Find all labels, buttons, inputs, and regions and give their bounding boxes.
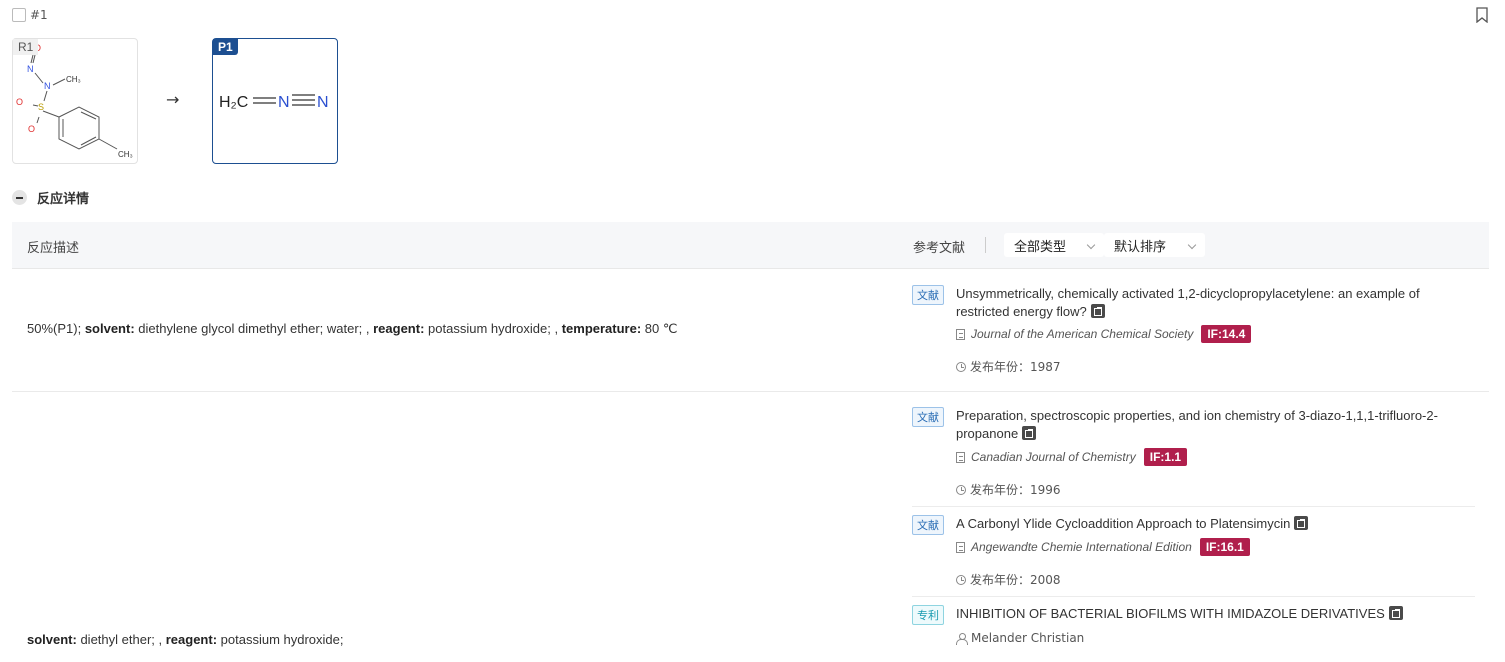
ref-type-badge: 文献 bbox=[912, 407, 944, 427]
atom-label: N bbox=[317, 94, 329, 111]
atom-label: N bbox=[278, 94, 290, 111]
ref-title-link[interactable]: Preparation, spectroscopic properties, a… bbox=[956, 407, 1475, 443]
reference-item: 专利 INHIBITION OF BACTERIAL BIOFILMS WITH… bbox=[912, 605, 1475, 655]
document-icon bbox=[956, 328, 965, 340]
condition-label: solvent: bbox=[84, 321, 135, 336]
condition-value: potassium hydroxide; , bbox=[424, 321, 562, 336]
year-text: 发布年份：1996 bbox=[970, 483, 1061, 497]
atom-label: N bbox=[44, 81, 51, 91]
atom-label: CH₃ bbox=[66, 75, 81, 84]
condition-label: reagent: bbox=[165, 632, 218, 647]
ref-title-link[interactable]: Unsymmetrically, chemically activated 1,… bbox=[956, 285, 1475, 321]
journal-name: Angewandte Chemie International Edition bbox=[971, 540, 1192, 554]
section-title: 反应详情 bbox=[37, 191, 90, 206]
chevron-down-icon bbox=[1086, 240, 1096, 250]
document-icon bbox=[956, 451, 965, 463]
reactant-drawing: O N N CH₃ S O O CH₃ bbox=[16, 43, 133, 159]
ref-journal: Angewandte Chemie International Edition … bbox=[956, 538, 1250, 556]
refs-column-header: 参考文献 bbox=[913, 241, 966, 256]
reference-item: 文献 A Carbonyl Ylide Cycloaddition Approa… bbox=[912, 515, 1475, 597]
ref-journal: Canadian Journal of Chemistry IF:1.1 bbox=[956, 448, 1188, 466]
user-icon bbox=[956, 632, 968, 645]
ref-title-link[interactable]: A Carbonyl Ylide Cycloaddition Approach … bbox=[956, 515, 1475, 533]
ref-type-badge: 文献 bbox=[912, 515, 944, 535]
reaction-header: #1 bbox=[12, 8, 48, 22]
product-drawing: H₂C N N bbox=[219, 94, 329, 111]
ref-title[interactable]: INHIBITION OF BACTERIAL BIOFILMS WITH IM… bbox=[956, 606, 1385, 621]
ref-type-badge: 专利 bbox=[912, 605, 944, 625]
type-filter-value: 全部类型 bbox=[1014, 239, 1067, 255]
external-link-icon[interactable] bbox=[1022, 426, 1037, 440]
external-link-icon[interactable] bbox=[1294, 516, 1309, 530]
bookmark-icon[interactable] bbox=[1475, 7, 1489, 23]
condition-value: diethyl ether; , bbox=[76, 632, 166, 647]
impact-factor-badge: IF:1.1 bbox=[1143, 448, 1188, 466]
year-text: 发布年份：1987 bbox=[970, 360, 1061, 374]
condition-value: potassium hydroxide; bbox=[217, 632, 344, 647]
ref-year: 发布年份：2008 bbox=[956, 571, 1061, 588]
clock-icon bbox=[956, 574, 966, 585]
journal-name: Journal of the American Chemical Society bbox=[971, 327, 1194, 341]
atom-label: H₂C bbox=[219, 94, 248, 111]
impact-factor-badge: IF:16.1 bbox=[1199, 538, 1250, 556]
year-text: 发布年份：2008 bbox=[970, 573, 1061, 587]
condition-label: solvent: bbox=[27, 632, 77, 647]
impact-factor-badge: IF:14.4 bbox=[1201, 325, 1252, 343]
atom-label: N bbox=[27, 64, 34, 74]
reference-item: 文献 Preparation, spectroscopic properties… bbox=[912, 407, 1475, 507]
reaction-details-toggle[interactable]: 反应详情 bbox=[12, 188, 89, 207]
ref-title[interactable]: A Carbonyl Ylide Cycloaddition Approach … bbox=[956, 516, 1290, 531]
type-filter-select[interactable]: 全部类型 bbox=[1004, 233, 1104, 257]
reaction-conditions: 50%(P1); solvent: diethylene glycol dime… bbox=[27, 321, 677, 337]
sort-value: 默认排序 bbox=[1114, 239, 1167, 255]
collapse-icon[interactable] bbox=[12, 190, 27, 205]
reaction-arrow: → bbox=[166, 90, 180, 109]
clock-icon bbox=[956, 484, 966, 495]
ref-year: 发布年份：1987 bbox=[956, 358, 1061, 375]
author-name: Melander Christian bbox=[971, 631, 1085, 645]
reactant-structure[interactable]: O N N CH₃ S O O CH₃ R1 bbox=[12, 38, 138, 164]
product-tag: P1 bbox=[213, 39, 238, 55]
atom-label: O bbox=[16, 97, 23, 107]
clock-icon bbox=[956, 361, 966, 372]
select-checkbox[interactable] bbox=[12, 8, 26, 22]
table-header: 反应描述 参考文献 全部类型 默认排序 bbox=[12, 222, 1489, 269]
reaction-conditions: solvent: diethyl ether; , reagent: potas… bbox=[27, 632, 343, 647]
condition-label: reagent: bbox=[373, 321, 425, 336]
ref-title[interactable]: Unsymmetrically, chemically activated 1,… bbox=[956, 286, 1420, 319]
reference-item: 文献 Unsymmetrically, chemically activated… bbox=[912, 285, 1475, 385]
sort-select[interactable]: 默认排序 bbox=[1104, 233, 1205, 257]
atom-label: CH₃ bbox=[118, 150, 133, 159]
reactant-tag: R1 bbox=[13, 39, 39, 55]
header-divider bbox=[985, 237, 986, 253]
journal-name: Canadian Journal of Chemistry bbox=[971, 450, 1136, 464]
condition-value: 80 ℃ bbox=[641, 321, 678, 336]
document-icon bbox=[956, 541, 965, 553]
ref-author: Melander Christian bbox=[956, 631, 1084, 645]
external-link-icon[interactable] bbox=[1090, 304, 1105, 318]
ref-title-link[interactable]: INHIBITION OF BACTERIAL BIOFILMS WITH IM… bbox=[956, 605, 1475, 623]
reaction-id: #1 bbox=[30, 8, 48, 22]
table-row: 50%(P1); solvent: diethylene glycol dime… bbox=[12, 270, 1489, 392]
condition-value: diethylene glycol dimethyl ether; water;… bbox=[134, 321, 374, 336]
ref-type-badge: 文献 bbox=[912, 285, 944, 305]
condition-label: temperature: bbox=[561, 321, 642, 336]
chevron-down-icon bbox=[1187, 240, 1197, 250]
atom-label: O bbox=[28, 124, 35, 134]
ref-journal: Journal of the American Chemical Society… bbox=[956, 325, 1252, 343]
ref-year: 发布年份：1996 bbox=[956, 481, 1061, 498]
atom-label: S bbox=[38, 102, 44, 112]
external-link-icon[interactable] bbox=[1388, 606, 1403, 620]
product-structure[interactable]: H₂C N N P1 bbox=[212, 38, 338, 164]
condition-value: 50%(P1); bbox=[27, 321, 85, 336]
desc-column-header: 反应描述 bbox=[27, 241, 80, 256]
table-row: solvent: diethyl ether; , reagent: potas… bbox=[12, 392, 1489, 662]
